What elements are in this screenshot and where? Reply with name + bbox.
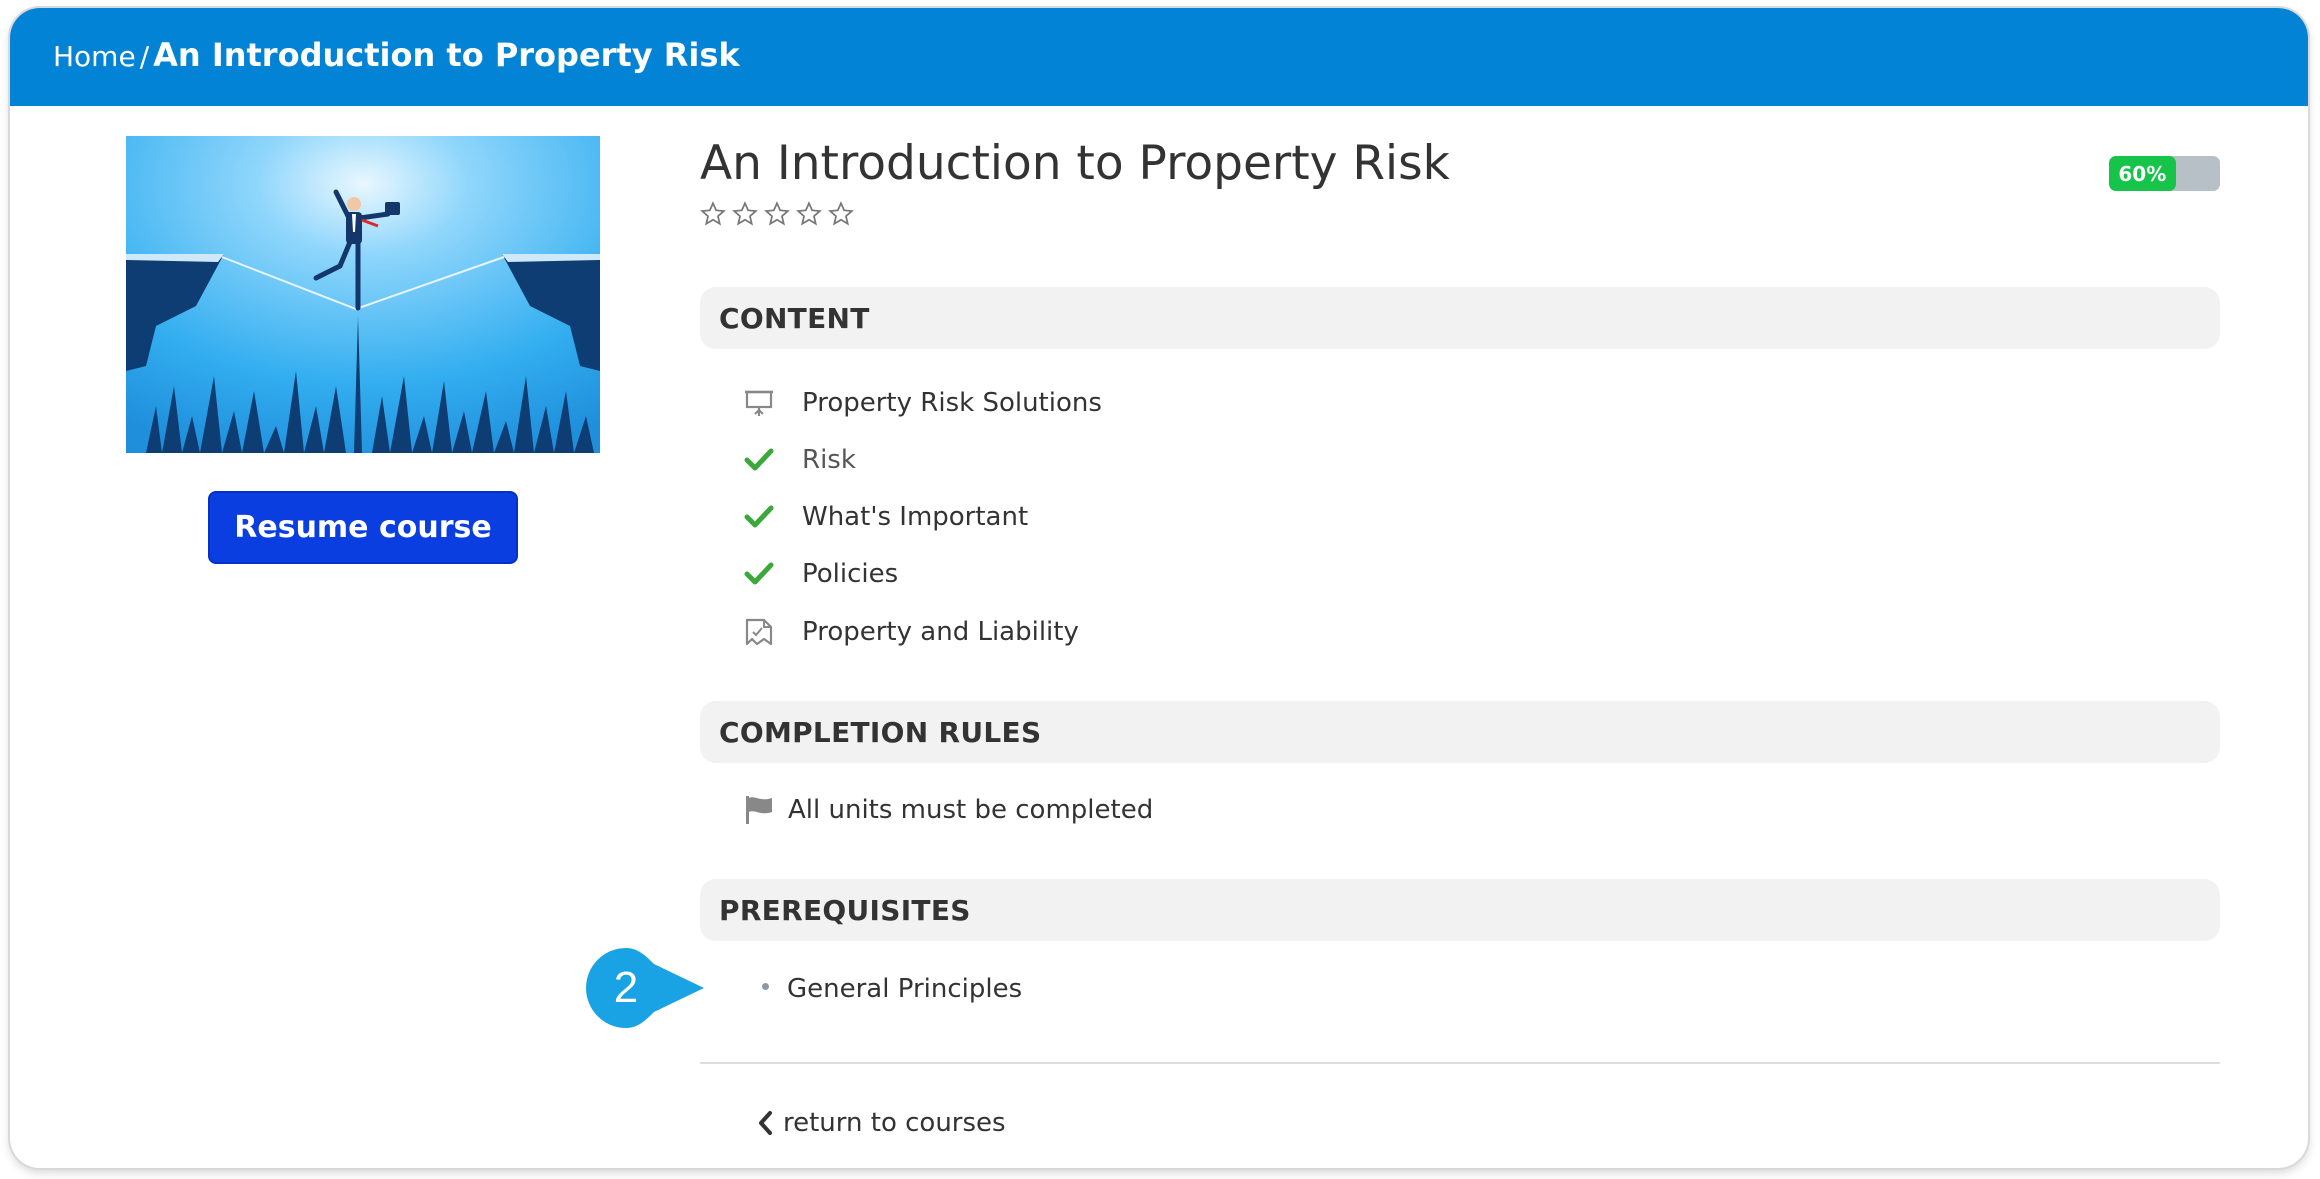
unit-item[interactable]: Policies <box>743 559 898 589</box>
breadcrumb-current: An Introduction to Property Risk <box>153 36 740 74</box>
flag-icon <box>743 794 775 826</box>
completion-rule: All units must be completed <box>743 794 1153 826</box>
course-progress-bar: 60% <box>2109 156 2220 191</box>
breadcrumb-separator: / <box>139 40 150 73</box>
star-rating[interactable] <box>700 201 854 227</box>
star-outline-icon[interactable] <box>732 201 758 227</box>
course-progress-label: 60% <box>2118 161 2167 186</box>
step-callout-number: 2 <box>613 963 639 1012</box>
unit-label: What's Important <box>802 502 1029 532</box>
return-to-courses-link[interactable]: return to courses <box>757 1108 1006 1138</box>
bullet-icon <box>762 982 769 990</box>
unit-item[interactable]: Risk <box>743 445 856 475</box>
breadcrumb-home-link[interactable]: Home <box>53 40 136 73</box>
footer-divider <box>700 1062 2220 1064</box>
unit-item[interactable]: What's Important <box>743 502 1028 532</box>
check-icon <box>743 445 775 475</box>
prerequisite-item[interactable]: General Principles <box>762 974 1022 1004</box>
prerequisite-label: General Principles <box>787 974 1023 1004</box>
resume-course-button[interactable]: Resume course <box>208 491 518 564</box>
content-section-header: CONTENT <box>700 287 2220 349</box>
presentation-icon <box>743 388 775 418</box>
unit-label: Policies <box>802 559 899 589</box>
return-to-courses-label: return to courses <box>783 1108 1006 1138</box>
breadcrumb: Home / An Introduction to Property Risk <box>53 36 740 74</box>
page-header: Home / An Introduction to Property Risk <box>10 8 2308 106</box>
check-icon <box>743 559 775 589</box>
businessman-tightrope-illustration <box>126 136 600 453</box>
check-icon <box>743 502 775 532</box>
prerequisites-section-header: PREREQUISITES <box>700 879 2220 941</box>
chevron-left-icon <box>759 1111 772 1135</box>
course-title: An Introduction to Property Risk <box>700 136 1450 191</box>
course-progress-fill: 60% <box>2109 156 2176 191</box>
document-icon <box>743 617 775 647</box>
unit-label: Property Risk Solutions <box>802 388 1102 418</box>
unit-label: Property and Liability <box>802 617 1079 647</box>
completion-rule-label: All units must be completed <box>788 795 1154 825</box>
star-outline-icon[interactable] <box>764 201 790 227</box>
star-outline-icon[interactable] <box>796 201 822 227</box>
unit-label: Risk <box>802 445 856 475</box>
unit-item[interactable]: Property and Liability <box>743 617 1079 647</box>
star-outline-icon[interactable] <box>828 201 854 227</box>
course-image <box>126 136 600 453</box>
course-page: Home/An Introduction to Property Risk <box>10 8 2308 1168</box>
unit-item[interactable]: Property Risk Solutions <box>743 388 1102 418</box>
star-outline-icon[interactable] <box>700 201 726 227</box>
completion-rules-section-header: COMPLETION RULES <box>700 701 2220 763</box>
